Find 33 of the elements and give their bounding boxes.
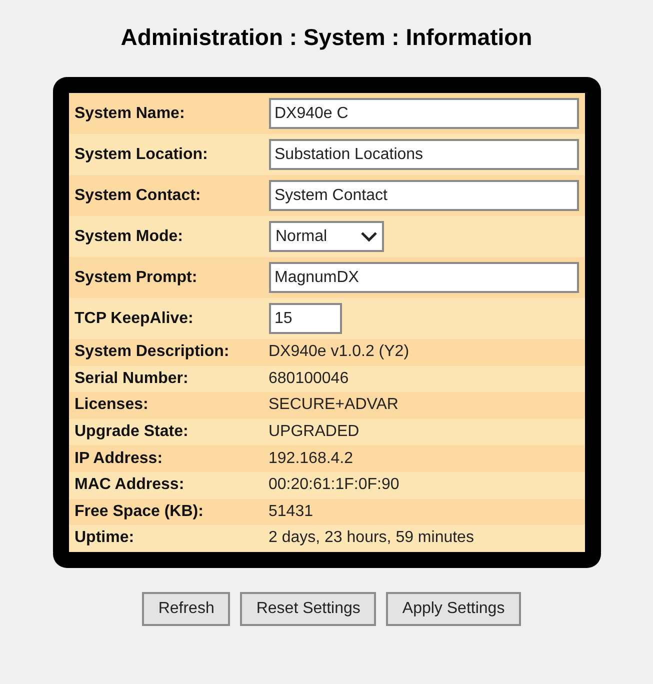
text-field[interactable]: 15: [268, 303, 342, 334]
mode-dropdown[interactable]: Normal: [268, 221, 384, 252]
field-label: Uptime:: [74, 528, 136, 548]
field-label: IP Address:: [74, 448, 164, 469]
field-label: System Location:: [74, 144, 209, 164]
field-label: System Description:: [74, 342, 230, 362]
field-label: System Name:: [74, 104, 186, 124]
field-value: 192.168.4.2: [268, 448, 354, 469]
action-button[interactable]: Apply Settings: [386, 592, 521, 626]
field-label: Upgrade State:: [74, 422, 190, 442]
field-label: MAC Address:: [74, 475, 186, 496]
chevron-down-icon: [360, 230, 378, 242]
field-value: UPGRADED: [268, 422, 360, 442]
text-field[interactable]: DX940e C: [268, 98, 578, 129]
text-field[interactable]: MagnumDX: [268, 262, 578, 293]
page-title: Administration : System : Information: [120, 23, 532, 52]
text-field[interactable]: System Contact: [268, 180, 578, 211]
field-label: System Mode:: [74, 226, 184, 246]
action-button[interactable]: Refresh: [142, 592, 230, 626]
action-button[interactable]: Reset Settings: [240, 592, 376, 626]
field-value: DX940e v1.0.2 (Y2): [268, 342, 410, 362]
text-field[interactable]: Substation Locations: [268, 139, 578, 170]
field-label: System Prompt:: [74, 268, 198, 288]
field-value: 680100046: [268, 368, 349, 389]
field-value: 2 days, 23 hours, 59 minutes: [268, 528, 474, 548]
field-value: SECURE+ADVAR: [268, 395, 398, 416]
field-label: Serial Number:: [74, 368, 190, 389]
field-label: Licenses:: [74, 395, 150, 416]
field-value: 00:20:61:1F:0F:90: [268, 475, 400, 496]
field-label: System Contact:: [74, 186, 202, 206]
field-value: 51431: [268, 502, 313, 522]
field-label: TCP KeepAlive:: [74, 308, 194, 328]
field-label: Free Space (KB):: [74, 502, 204, 522]
